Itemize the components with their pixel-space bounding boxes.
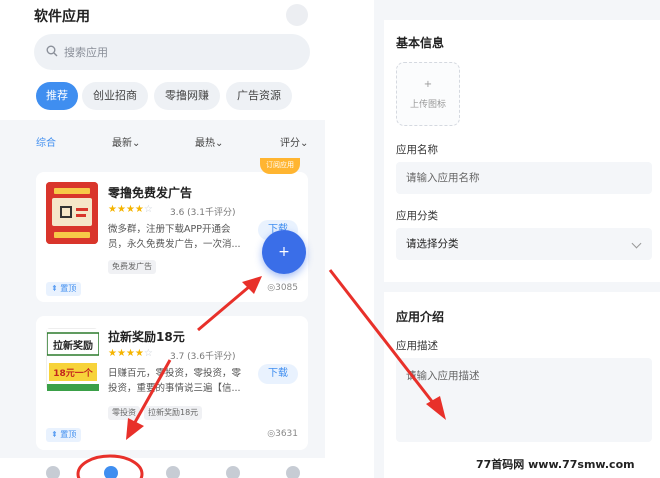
star-icon: ★ <box>116 204 126 215</box>
tag-list: 零投资 拉新奖励18元 <box>108 400 206 420</box>
view-count: ◎3631 <box>267 429 298 439</box>
download-button[interactable]: 下载 <box>258 364 298 384</box>
star-icon: ★ <box>134 348 144 359</box>
pin-icon: ⇞ <box>51 284 58 293</box>
star-rating: ★★★★☆ <box>108 348 153 359</box>
add-app-fab[interactable]: + <box>262 230 306 274</box>
page-title: 软件应用 <box>34 9 90 25</box>
sort-overall[interactable]: 综合 <box>36 134 56 149</box>
section-title: 基本信息 <box>396 36 445 50</box>
intro-section: 应用介绍 应用描述 请输入应用描述 <box>384 292 660 478</box>
star-icon: ★ <box>125 348 135 359</box>
view-count: ◎3085 <box>267 283 298 293</box>
star-rating: ★★★★☆ <box>108 204 153 215</box>
app-form-panel: 基本信息 + 上传图标 应用名称 请输入应用名称 应用分类 请选择分类 应用介绍… <box>374 0 660 478</box>
search-input[interactable]: 搜索应用 <box>34 34 310 70</box>
star-icon: ★ <box>134 204 144 215</box>
plus-icon: + <box>423 79 433 90</box>
avatar[interactable] <box>286 4 308 26</box>
description-textarea[interactable]: 请输入应用描述 <box>396 358 652 442</box>
sort-rating[interactable]: 评分⌄ <box>280 134 308 149</box>
app-description: 日赚百元，零投资，零投资，零投资，重要的事情说三遍【信... <box>108 368 242 394</box>
star-empty-icon: ☆ <box>143 348 153 359</box>
tab-home-icon[interactable] <box>46 466 60 478</box>
star-icon: ★ <box>108 204 117 215</box>
chevron-down-icon: ⌄ <box>215 138 224 149</box>
app-thumbnail-image <box>46 182 98 244</box>
description-placeholder: 请输入应用描述 <box>406 370 480 382</box>
tab-wallet-icon[interactable] <box>226 466 240 478</box>
pin-icon: ⇞ <box>51 430 58 439</box>
chevron-down-icon: ⌄ <box>300 138 309 149</box>
bottom-tab-bar <box>0 458 325 478</box>
category-value: 请选择分类 <box>406 238 459 250</box>
chevron-down-icon: ⌄ <box>132 138 141 149</box>
search-placeholder: 搜索应用 <box>64 46 108 59</box>
chip-startup[interactable]: 创业招商 <box>82 82 148 110</box>
app-title: 零撸免费发广告 <box>108 186 193 200</box>
screenshot-root: 软件应用 搜索应用 推荐 创业招商 零撸网赚 广告资源 综合 最新⌄ 最热⌄ 评… <box>0 0 660 478</box>
pinned-badge: ⇞ 置顶 <box>46 428 82 442</box>
chip-ad-resources[interactable]: 广告资源 <box>226 82 292 110</box>
subscribe-ribbon: 订阅应用 <box>260 158 300 174</box>
tag: 拉新奖励18元 <box>144 406 203 420</box>
search-icon <box>46 45 58 57</box>
sort-bar: 综合 最新⌄ 最热⌄ 评分⌄ <box>0 128 325 156</box>
section-title: 应用介绍 <box>396 310 445 324</box>
thumb-text-bottom: 18元一个 <box>53 367 94 379</box>
chip-zero-earn[interactable]: 零撸网赚 <box>154 82 220 110</box>
watermark: 77首码网 www.77smw.com <box>476 458 635 471</box>
star-icon: ★ <box>125 204 135 215</box>
app-thumbnail-image: 拉新奖励 18元一个 <box>46 329 100 391</box>
upload-icon-button[interactable]: + 上传图标 <box>396 62 460 126</box>
tab-message-icon[interactable] <box>166 466 180 478</box>
pinned-badge: ⇞ 置顶 <box>46 282 82 296</box>
chevron-down-icon <box>631 238 642 249</box>
chip-recommend[interactable]: 推荐 <box>36 82 78 110</box>
sort-hottest[interactable]: 最热⌄ <box>195 134 223 149</box>
star-icon: ★ <box>108 348 117 359</box>
tab-profile-icon[interactable] <box>286 466 300 478</box>
app-name-field[interactable]: 请输入应用名称 <box>396 162 652 194</box>
basic-info-section: 基本信息 + 上传图标 应用名称 请输入应用名称 应用分类 请选择分类 <box>384 20 660 282</box>
app-title: 拉新奖励18元 <box>108 330 185 344</box>
eye-icon: ◎ <box>267 429 276 439</box>
sort-newest[interactable]: 最新⌄ <box>112 134 140 149</box>
rating-text: 3.6 (3.1千评分) <box>170 208 236 218</box>
eye-icon: ◎ <box>267 283 276 293</box>
app-name-label: 应用名称 <box>396 144 438 156</box>
app-card[interactable]: 拉新奖励 18元一个 拉新奖励18元 ★★★★☆ 3.7 (3.6千评分) 日赚… <box>36 316 308 450</box>
app-thumbnail <box>46 182 98 244</box>
tag: 零投资 <box>108 406 140 420</box>
star-empty-icon: ☆ <box>143 204 153 215</box>
category-label: 应用分类 <box>396 210 438 222</box>
rating-text: 3.7 (3.6千评分) <box>170 352 236 362</box>
tab-apps-icon[interactable] <box>104 466 118 478</box>
star-icon: ★ <box>116 348 126 359</box>
tag-list: 免费发广告 <box>108 254 160 274</box>
app-thumbnail: 拉新奖励 18元一个 <box>46 328 100 391</box>
app-description: 微多群，注册下载APP开通会员，永久免费发广告，一次消... <box>108 224 241 250</box>
tag: 免费发广告 <box>108 260 156 274</box>
app-list-panel: 软件应用 搜索应用 推荐 创业招商 零撸网赚 广告资源 综合 最新⌄ 最热⌄ 评… <box>0 0 325 478</box>
thumb-text-top: 拉新奖励 <box>53 339 93 352</box>
description-label: 应用描述 <box>396 340 438 352</box>
upload-label: 上传图标 <box>409 100 446 110</box>
category-select[interactable]: 请选择分类 <box>396 228 652 260</box>
left-header: 软件应用 搜索应用 推荐 创业招商 零撸网赚 广告资源 <box>0 0 325 120</box>
